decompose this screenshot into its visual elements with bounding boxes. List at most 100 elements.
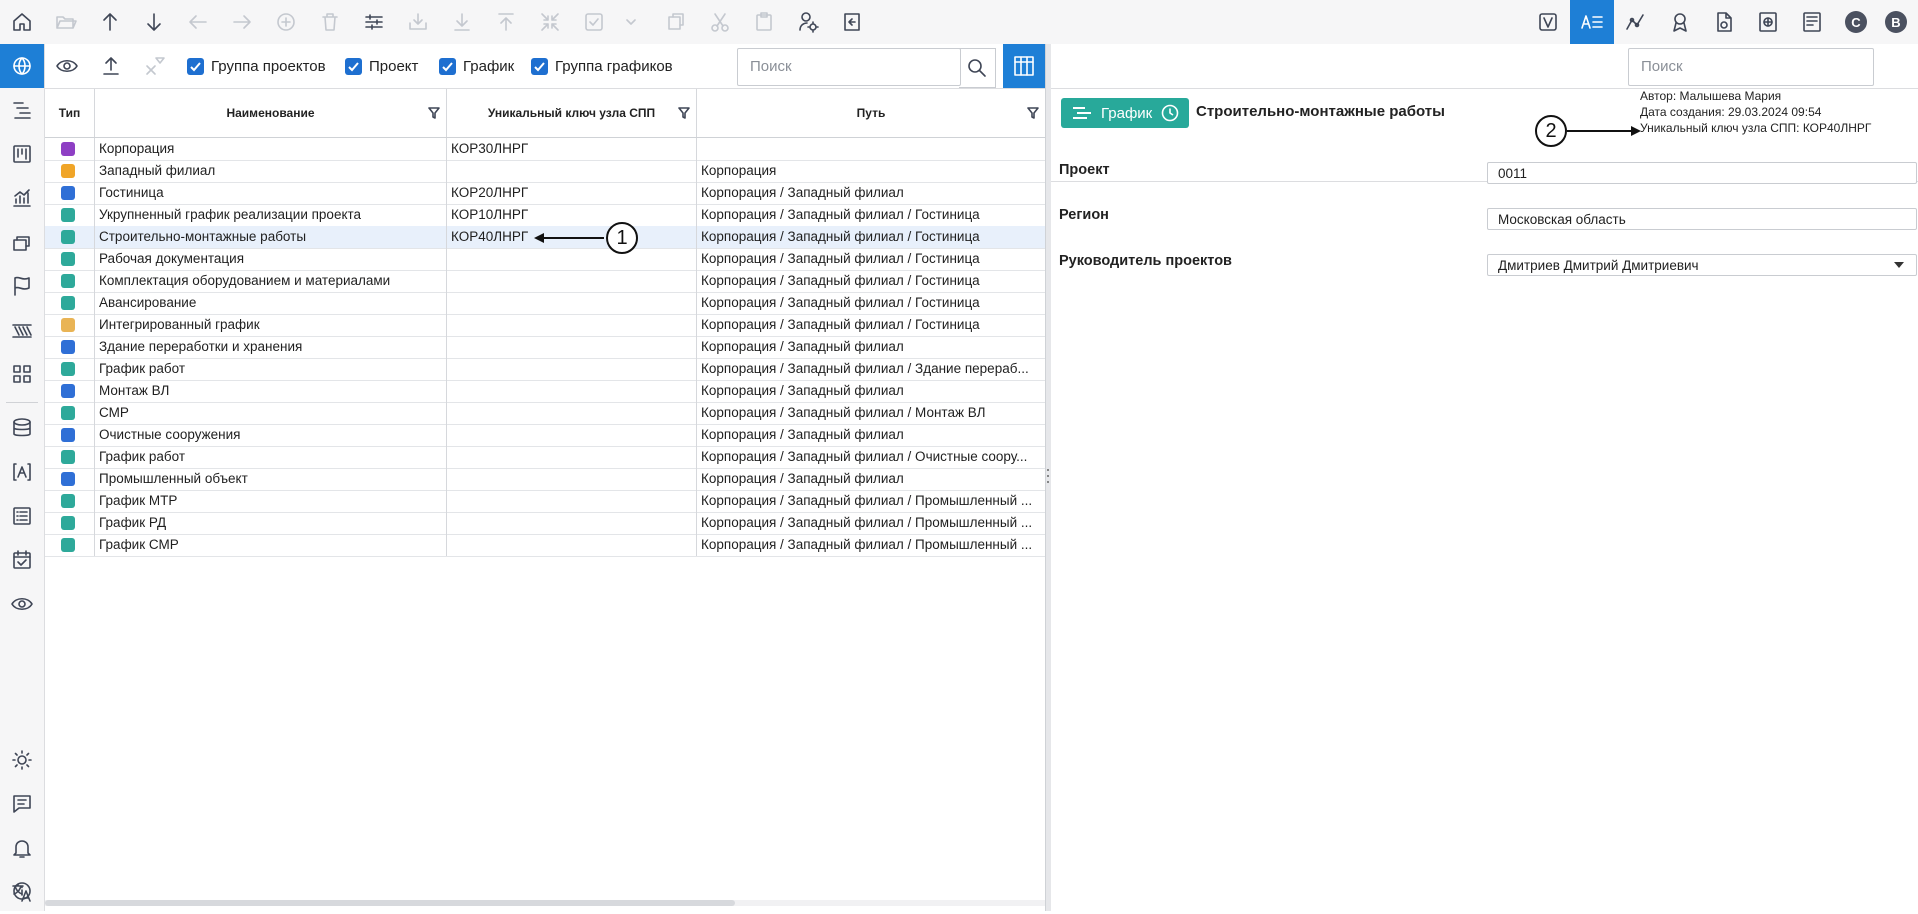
document-icon[interactable]	[1702, 0, 1746, 44]
column-header-key[interactable]: Уникальный ключ узла СПП	[447, 89, 697, 137]
table-row[interactable]: Очистные сооружения Корпорация / Западный…	[45, 424, 1045, 447]
table-row[interactable]: График МТР Корпорация / Западный филиал /…	[45, 490, 1045, 513]
checkbox-project-group[interactable]: Группа проектов	[187, 56, 326, 76]
table-row[interactable]: График РД Корпорация / Западный филиал / …	[45, 512, 1045, 535]
column-header-path[interactable]: Путь	[697, 89, 1045, 137]
table-row[interactable]: Укрупненный график реализации проекта КОР…	[45, 204, 1045, 227]
delete-icon[interactable]	[308, 0, 352, 44]
text-icon[interactable]	[0, 450, 44, 494]
analytics-icon[interactable]	[0, 176, 44, 220]
field-manager-value: Дмитриев Дмитрий Дмитриевич	[1498, 258, 1699, 273]
cell-type	[45, 160, 95, 182]
object-type-chip[interactable]: График	[1061, 98, 1189, 128]
details-title: Строительно-монтажные работы	[1196, 103, 1445, 120]
move-up-icon[interactable]	[88, 0, 132, 44]
config-icon[interactable]	[786, 0, 830, 44]
view-eye-icon[interactable]	[45, 44, 89, 88]
checkbox-schedule-group[interactable]: Группа графиков	[531, 56, 673, 76]
gantt-icon[interactable]	[0, 88, 44, 132]
database-icon[interactable]	[0, 406, 44, 450]
table-row[interactable]: Комплектация оборудованием и материалами…	[45, 270, 1045, 293]
clear-filter-icon[interactable]	[133, 44, 177, 88]
table-row[interactable]: Корпорация КОР30ЛНРГ	[45, 138, 1045, 161]
cell-type	[45, 336, 95, 358]
move-down-icon[interactable]	[132, 0, 176, 44]
field-manager-select[interactable]: Дмитриев Дмитрий Дмитриевич	[1487, 254, 1917, 276]
column-header-name[interactable]: Наименование	[95, 89, 447, 137]
cell-name: График РД	[95, 512, 447, 534]
table-row[interactable]: Гостиница КОР20ЛНРГ Корпорация / Западный …	[45, 182, 1045, 205]
home-icon[interactable]	[0, 0, 44, 44]
search-input[interactable]	[738, 49, 948, 83]
cell-key	[447, 160, 697, 182]
globe-icon[interactable]	[0, 44, 44, 88]
b-avatar[interactable]: B	[1874, 0, 1918, 44]
paste-icon[interactable]	[742, 0, 786, 44]
stairs-icon[interactable]	[0, 308, 44, 352]
filter-icon[interactable]	[678, 107, 690, 119]
table-row[interactable]: СМР Корпорация / Западный филиал / Монтаж…	[45, 402, 1045, 425]
kanban-icon[interactable]	[0, 132, 44, 176]
cell-path	[697, 138, 1045, 160]
forward-icon[interactable]	[220, 0, 264, 44]
filter-icon[interactable]	[1027, 107, 1039, 119]
import-icon[interactable]	[396, 0, 440, 44]
field-project[interactable]: 0011	[1487, 162, 1917, 184]
calendar-check-icon[interactable]	[0, 538, 44, 582]
table-view-icon[interactable]	[1003, 44, 1045, 88]
attributes-icon[interactable]	[1570, 0, 1614, 44]
checkbox-project[interactable]: Проект	[345, 56, 418, 76]
table-row[interactable]: Здание переработки и хранения Корпорация …	[45, 336, 1045, 359]
chart-icon[interactable]	[1614, 0, 1658, 44]
table-row[interactable]: Монтаж ВЛ Корпорация / Западный филиал	[45, 380, 1045, 403]
globe-doc-icon[interactable]	[1746, 0, 1790, 44]
layers-icon[interactable]	[0, 220, 44, 264]
table-row[interactable]: Западный филиал Корпорация	[45, 160, 1045, 183]
collapse-icon[interactable]	[528, 0, 572, 44]
column-header-type[interactable]: Тип	[45, 89, 95, 137]
sun-icon[interactable]	[0, 738, 44, 782]
cell-type	[45, 314, 95, 336]
object-type-icon	[61, 362, 75, 376]
table-row[interactable]: График работ Корпорация / Западный филиал…	[45, 358, 1045, 381]
award-icon[interactable]	[1658, 0, 1702, 44]
open-folder-icon[interactable]	[44, 0, 88, 44]
exit-icon[interactable]	[830, 0, 874, 44]
add-icon[interactable]	[264, 0, 308, 44]
field-label-region: Регион	[1059, 207, 1109, 223]
chat-icon[interactable]	[0, 782, 44, 826]
table-row[interactable]: Промышленный объект Корпорация / Западный…	[45, 468, 1045, 491]
field-region[interactable]: Московская область	[1487, 208, 1917, 230]
checkbox-schedule[interactable]: График	[439, 56, 514, 76]
table-row[interactable]: Авансирование Корпорация / Западный филиа…	[45, 292, 1045, 315]
table-row[interactable]: Интегрированный график Корпорация / Запад…	[45, 314, 1045, 337]
horizontal-scrollbar[interactable]	[45, 900, 1045, 906]
table-row[interactable]: Рабочая документация Корпорация / Западны…	[45, 248, 1045, 271]
object-type-icon	[61, 428, 75, 442]
details-search-input[interactable]	[1629, 49, 1869, 83]
cut-icon[interactable]	[698, 0, 742, 44]
export-icon[interactable]	[89, 44, 133, 88]
check-icon[interactable]	[572, 0, 616, 44]
download-icon[interactable]	[440, 0, 484, 44]
dropdown-icon[interactable]	[616, 0, 646, 44]
cell-name: Рабочая документация	[95, 248, 447, 270]
report-icon[interactable]	[1790, 0, 1834, 44]
bell-icon[interactable]	[0, 826, 44, 870]
info-icon[interactable]	[0, 870, 44, 911]
filter-icon[interactable]	[428, 107, 440, 119]
search-button[interactable]	[959, 48, 996, 88]
table-row[interactable]: График СМР Корпорация / Западный филиал /…	[45, 534, 1045, 557]
c-avatar[interactable]: C	[1834, 0, 1878, 44]
scrollbar-thumb[interactable]	[45, 900, 735, 906]
flag-icon[interactable]	[0, 264, 44, 308]
copy-icon[interactable]	[654, 0, 698, 44]
settings-sliders-icon[interactable]	[352, 0, 396, 44]
back-icon[interactable]	[176, 0, 220, 44]
v-icon[interactable]	[1526, 0, 1570, 44]
table-row[interactable]: График работ Корпорация / Западный филиал…	[45, 446, 1045, 469]
eye-icon[interactable]	[0, 582, 44, 626]
list-icon[interactable]	[0, 494, 44, 538]
upload-icon[interactable]	[484, 0, 528, 44]
grid-icon[interactable]	[0, 352, 44, 396]
